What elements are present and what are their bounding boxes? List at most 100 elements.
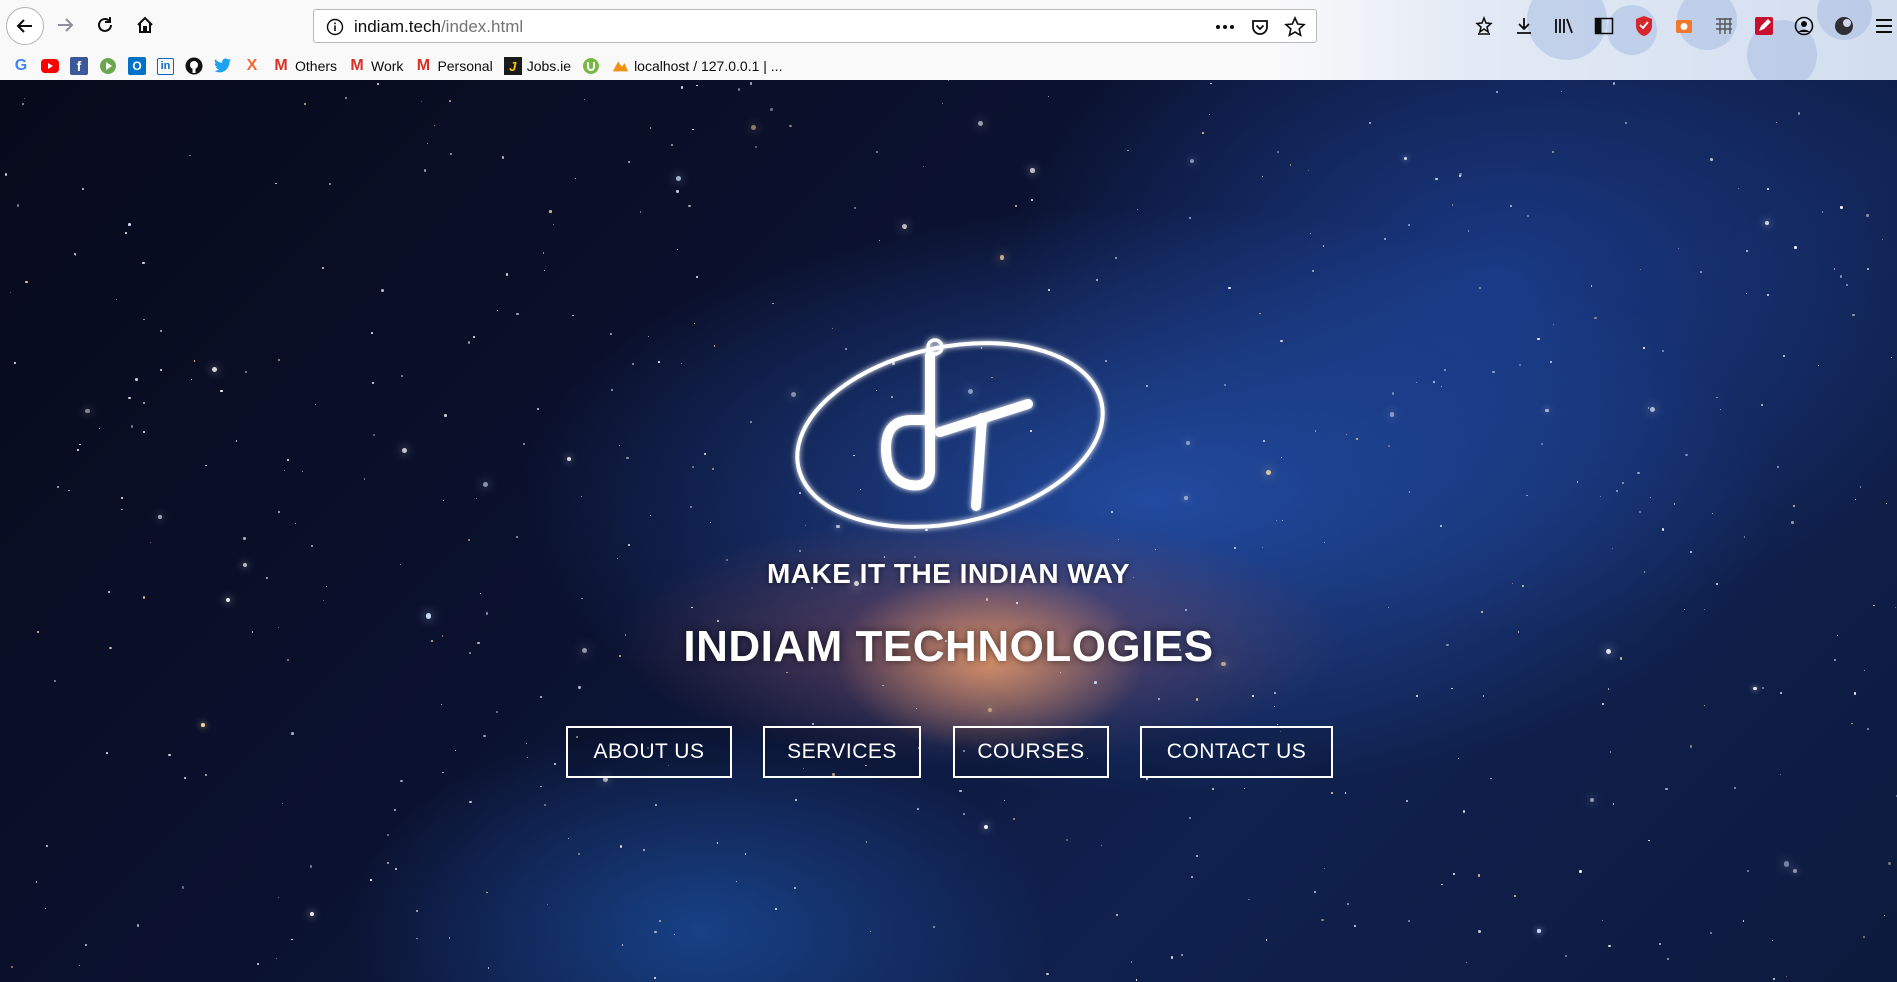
star <box>568 838 570 840</box>
star <box>1608 944 1611 948</box>
reload-button[interactable] <box>88 8 122 42</box>
reading-list-icon[interactable] <box>1470 12 1498 40</box>
bookmark-personal[interactable]: M Personal <box>414 57 493 75</box>
star <box>468 539 471 542</box>
star <box>1873 604 1875 607</box>
star <box>584 98 586 100</box>
star <box>696 84 698 87</box>
bookmark-work[interactable]: M Work <box>348 57 403 75</box>
star <box>1852 314 1855 317</box>
grid-extension-icon[interactable] <box>1710 12 1738 40</box>
bookmark-outlook[interactable]: O <box>128 57 146 75</box>
url-path: /index.html <box>440 17 524 36</box>
star <box>371 332 373 334</box>
star <box>328 183 331 185</box>
bookmark-google[interactable]: G <box>12 57 30 75</box>
star <box>121 497 124 500</box>
star <box>1347 902 1350 905</box>
avatar-extension-icon[interactable] <box>1830 12 1858 40</box>
back-button[interactable] <box>6 7 44 45</box>
address-bar[interactable]: indiam.tech/index.html <box>313 9 1317 43</box>
menu-icon[interactable] <box>1870 12 1897 40</box>
home-button[interactable] <box>128 8 162 42</box>
courses-button[interactable]: COURSES <box>953 726 1109 778</box>
star <box>1462 810 1466 813</box>
star <box>581 597 583 600</box>
download-icon[interactable] <box>1510 12 1538 40</box>
site-info-icon[interactable] <box>326 18 344 41</box>
star <box>915 707 918 709</box>
star <box>1700 271 1702 273</box>
star <box>370 879 372 881</box>
url-text[interactable]: indiam.tech/index.html <box>354 17 523 37</box>
bookmark-others[interactable]: M Others <box>272 57 337 75</box>
star <box>1252 695 1254 697</box>
bookmark-play[interactable] <box>99 57 117 75</box>
shield-extension-icon[interactable] <box>1630 12 1658 40</box>
star <box>1613 82 1616 85</box>
bookmark-twitter[interactable] <box>214 57 232 75</box>
pocket-icon[interactable] <box>1250 17 1270 42</box>
star <box>1882 238 1884 240</box>
star <box>1261 546 1264 549</box>
star <box>1785 975 1788 978</box>
star <box>1649 407 1655 413</box>
page-actions-icon[interactable] <box>1214 18 1236 41</box>
bookmark-github[interactable] <box>185 57 203 75</box>
about-us-button[interactable]: ABOUT US <box>566 726 732 778</box>
play-icon <box>99 57 117 75</box>
star <box>1537 929 1541 933</box>
star <box>1478 929 1481 933</box>
star <box>1202 132 1204 135</box>
utorrent-icon <box>582 57 600 75</box>
bookmark-linkedin[interactable]: in <box>157 57 174 75</box>
star <box>25 281 28 284</box>
gmail-icon: M <box>274 57 288 74</box>
bookmark-jobs[interactable]: J Jobs.ie <box>503 57 571 75</box>
star <box>373 434 376 436</box>
star <box>1030 168 1035 173</box>
contact-us-button[interactable]: CONTACT US <box>1140 726 1333 778</box>
bookmark-facebook[interactable]: f <box>70 57 88 75</box>
star <box>1648 839 1650 842</box>
star <box>1590 285 1593 288</box>
star <box>78 443 81 446</box>
star <box>735 880 738 882</box>
bookmark-x[interactable]: X <box>243 57 261 75</box>
star <box>1840 275 1843 278</box>
bookmark-star-icon[interactable] <box>1284 16 1306 43</box>
star <box>1048 96 1050 98</box>
star <box>1885 503 1887 505</box>
x-icon: X <box>246 57 258 74</box>
forward-button[interactable] <box>48 8 82 42</box>
star <box>542 252 545 255</box>
star <box>853 207 856 210</box>
bookmark-utorrent[interactable] <box>582 57 600 75</box>
star <box>948 80 950 82</box>
star <box>1638 510 1642 514</box>
account-icon[interactable] <box>1790 12 1818 40</box>
star <box>394 809 396 811</box>
sidebar-icon[interactable] <box>1590 12 1618 40</box>
star <box>85 408 90 413</box>
star <box>1734 787 1736 789</box>
pen-extension-icon[interactable] <box>1750 12 1778 40</box>
star <box>1262 440 1265 443</box>
star <box>540 785 542 788</box>
star <box>1797 112 1801 115</box>
library-icon[interactable] <box>1550 12 1578 40</box>
screenshot-extension-icon[interactable] <box>1670 12 1698 40</box>
star <box>1761 404 1764 407</box>
star <box>549 210 552 213</box>
bookmark-youtube[interactable] <box>41 57 59 75</box>
services-button[interactable]: SERVICES <box>763 726 921 778</box>
url-domain: indiam.tech <box>354 17 441 36</box>
star <box>691 465 694 468</box>
home-icon <box>137 16 153 33</box>
star <box>688 204 691 208</box>
bookmark-localhost[interactable]: localhost / 127.0.0.1 | ... <box>611 57 782 75</box>
star <box>658 919 661 922</box>
star <box>643 849 645 851</box>
star <box>98 427 101 430</box>
star <box>695 275 698 278</box>
